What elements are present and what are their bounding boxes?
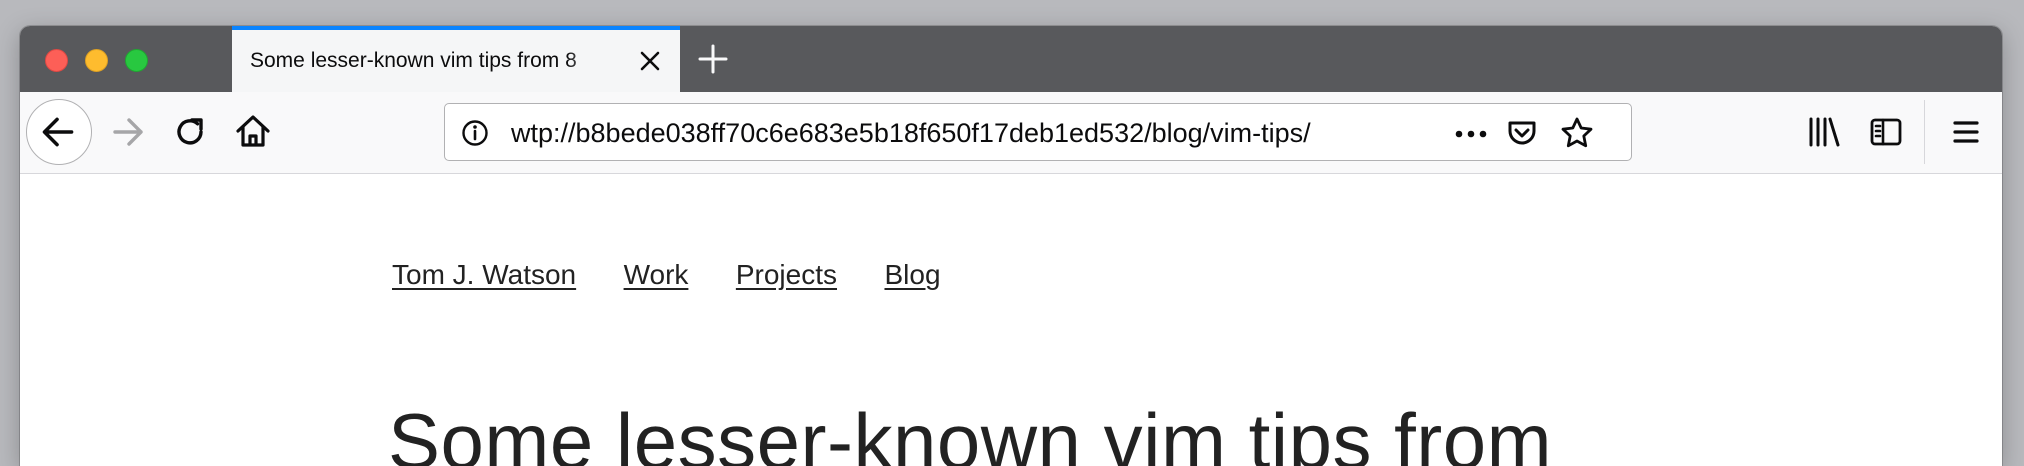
window-close-button[interactable]	[45, 49, 68, 72]
browser-window: Some lesser-known vim tips from 8 wtp://…	[20, 26, 2002, 466]
window-minimize-button[interactable]	[85, 49, 108, 72]
info-icon[interactable]	[461, 119, 489, 147]
site-nav-blog-link[interactable]: Blog	[884, 259, 940, 290]
plus-icon[interactable]	[696, 42, 730, 76]
library-icon[interactable]	[1806, 114, 1842, 150]
reload-icon[interactable]	[170, 112, 210, 152]
back-arrow-icon	[42, 117, 74, 147]
site-nav-work-link[interactable]: Work	[624, 259, 689, 290]
back-button[interactable]	[26, 99, 92, 165]
hamburger-menu-icon[interactable]	[1948, 114, 1984, 150]
window-maximize-button[interactable]	[125, 49, 148, 72]
page-content: Tom J. Watson Work Projects Blog Some le…	[20, 174, 2002, 466]
more-dots-icon[interactable]	[1453, 122, 1489, 146]
pocket-icon[interactable]	[1505, 116, 1539, 150]
url-text[interactable]: wtp://b8bede038ff70c6e683e5b18f650f17deb…	[511, 118, 1311, 148]
toolbar-separator	[1924, 100, 1925, 164]
site-nav: Tom J. Watson Work Projects Blog	[392, 258, 984, 292]
site-nav-home-link[interactable]: Tom J. Watson	[392, 259, 576, 290]
site-nav-projects-link[interactable]: Projects	[736, 259, 837, 290]
tab-title: Some lesser-known vim tips from 8	[250, 49, 577, 72]
post-title: Some lesser-known vim tips from	[388, 397, 1553, 466]
sidebar-icon[interactable]	[1868, 114, 1904, 150]
url-bar[interactable]: wtp://b8bede038ff70c6e683e5b18f650f17deb…	[444, 103, 1632, 161]
navigation-toolbar: wtp://b8bede038ff70c6e683e5b18f650f17deb…	[20, 92, 2002, 174]
forward-arrow-icon[interactable]	[108, 112, 148, 152]
tab-active[interactable]: Some lesser-known vim tips from 8	[232, 26, 680, 92]
close-icon[interactable]	[636, 47, 664, 75]
home-icon[interactable]	[233, 111, 273, 151]
star-icon[interactable]	[1559, 115, 1595, 151]
tab-strip: Some lesser-known vim tips from 8	[20, 26, 2002, 92]
